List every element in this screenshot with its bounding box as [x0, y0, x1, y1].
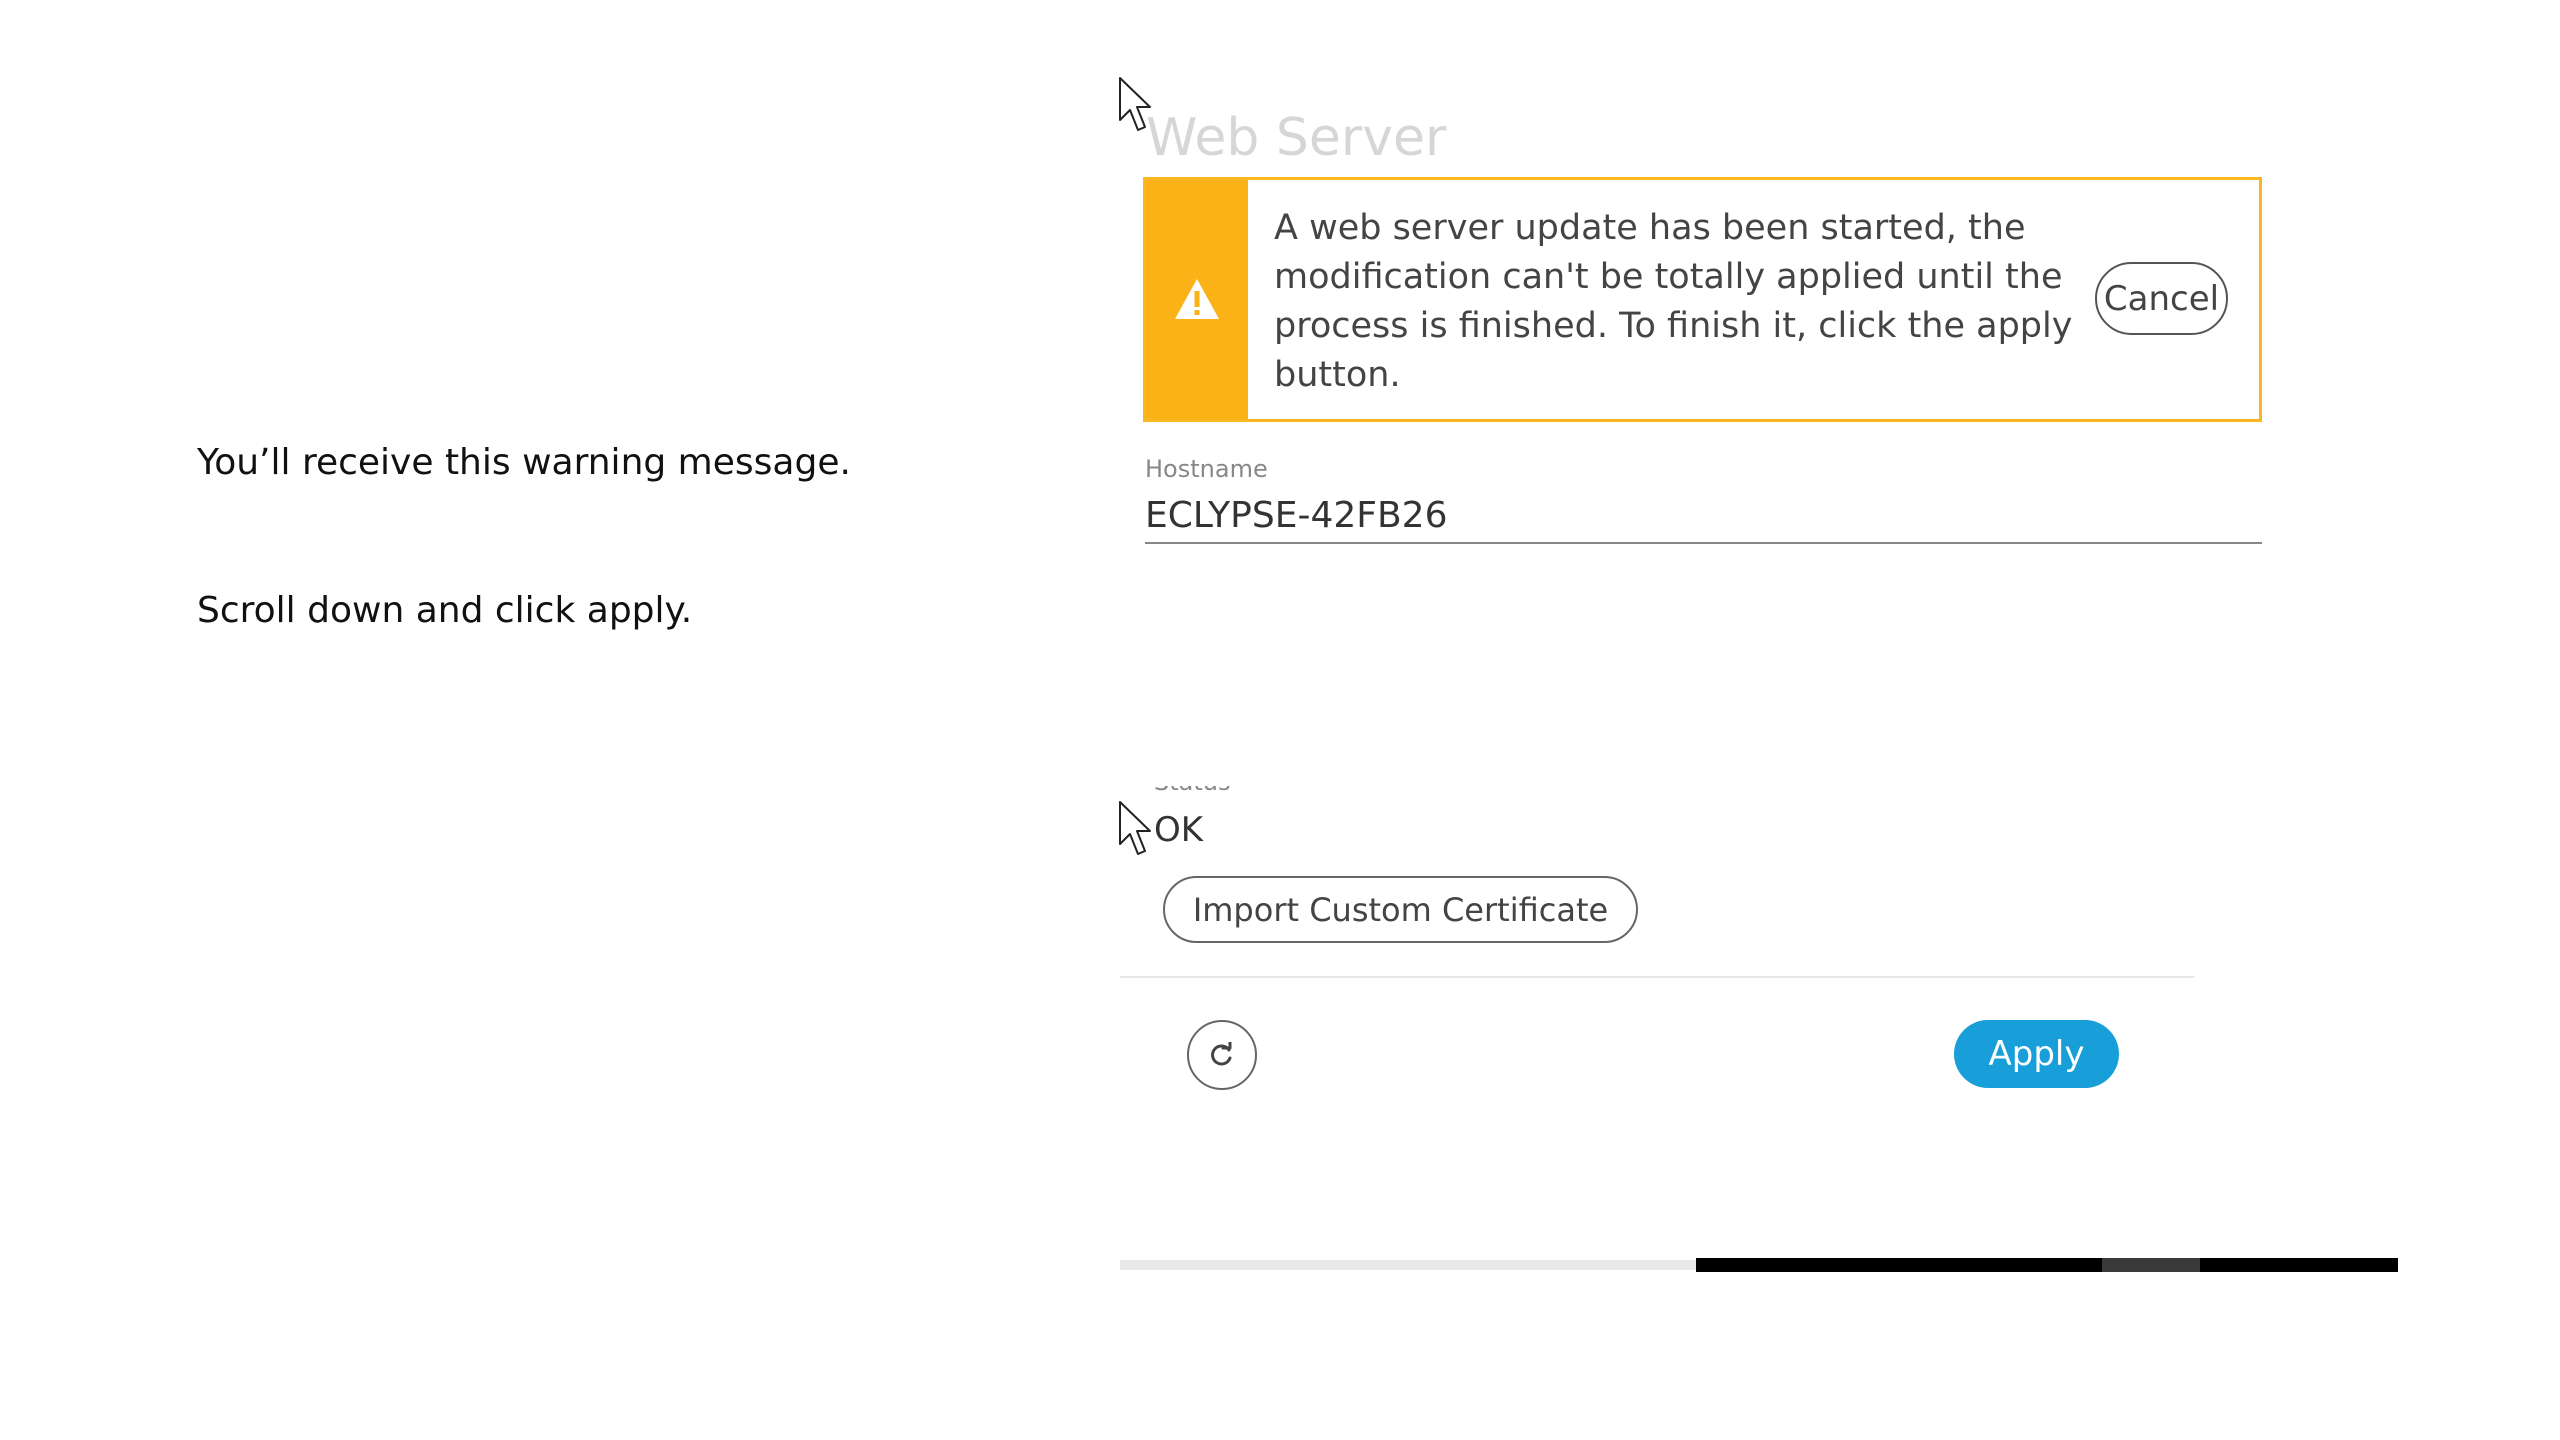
warning-triangle-icon	[1175, 279, 1219, 319]
status-label: Status	[1154, 786, 1230, 796]
cancel-button[interactable]: Cancel	[2095, 262, 2228, 335]
hostname-label: Hostname	[1145, 455, 1268, 483]
warning-strip	[1146, 180, 1248, 419]
divider	[1120, 976, 2194, 978]
apply-button[interactable]: Apply	[1954, 1020, 2119, 1088]
refresh-button[interactable]	[1187, 1020, 1257, 1090]
mouse-pointer-icon	[1119, 801, 1151, 855]
import-custom-certificate-button[interactable]: Import Custom Certificate	[1163, 876, 1638, 943]
instruction-warning-text: You’ll receive this warning message.	[197, 442, 851, 483]
refresh-icon	[1211, 1042, 1232, 1066]
page-title: Web Server	[1146, 108, 1447, 168]
scrollbar-thumb[interactable]	[2102, 1258, 2200, 1272]
hostname-field[interactable]	[1145, 488, 2262, 544]
scrollbar-track-light	[1120, 1260, 1696, 1270]
status-value: OK	[1154, 810, 1204, 850]
warning-message: A web server update has been started, th…	[1274, 208, 2073, 395]
instruction-apply-text: Scroll down and click apply.	[197, 590, 693, 631]
warning-alert: A web server update has been started, th…	[1143, 177, 2262, 422]
scrollbar-track	[1696, 1258, 2398, 1272]
status-label-clip: Status	[1150, 786, 1350, 800]
horizontal-scrollbar[interactable]	[1120, 1258, 2398, 1272]
